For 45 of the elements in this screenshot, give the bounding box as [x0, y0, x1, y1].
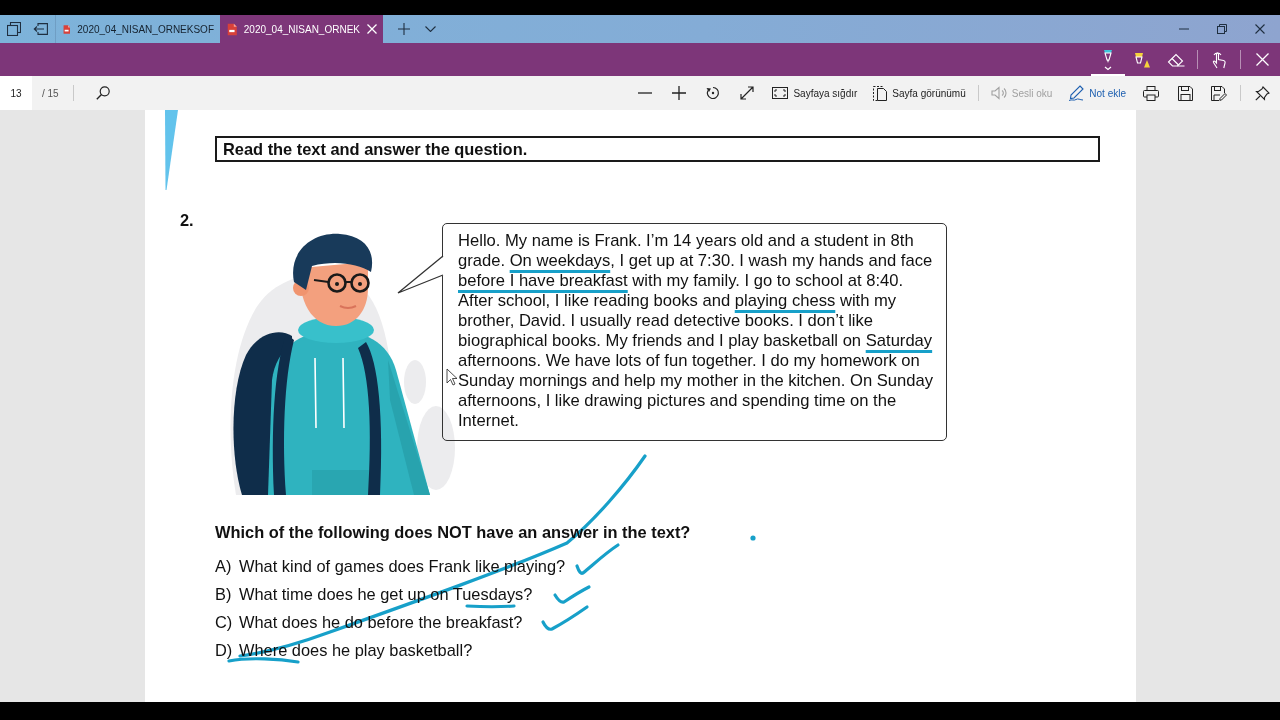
option-letter: B) [215, 585, 233, 603]
diagonal-arrow-icon [740, 86, 755, 100]
add-note-button[interactable]: Not ekle [1060, 76, 1134, 110]
pen-icon [1068, 85, 1085, 101]
page-count: / 15 [42, 86, 59, 101]
plus-icon [398, 23, 410, 35]
speaker-waves-icon [990, 86, 1007, 100]
pin-icon [1254, 85, 1270, 101]
floppy-disk-pen-icon [1211, 85, 1227, 101]
option-letter: C) [215, 613, 234, 631]
hand-icon [1211, 50, 1227, 69]
page-number-field[interactable]: 13 [0, 76, 32, 110]
highlighter-icon [1133, 51, 1151, 68]
document-icon [227, 21, 237, 37]
browser-tab[interactable]: 2020_04_NISAN_ORNEK [220, 15, 383, 43]
page-view-button[interactable]: Sayfa görünümü [865, 76, 974, 110]
mouse-pointer-icon [446, 368, 458, 386]
question-number: 2. [180, 210, 195, 230]
printer-icon [1143, 85, 1159, 101]
search-icon [95, 86, 110, 100]
ink-underline [465, 604, 516, 609]
page-icon [873, 85, 888, 101]
close-icon[interactable] [367, 24, 377, 34]
option-text: What kind of games does Frank like playing? [239, 557, 566, 575]
fit-to-page-button[interactable]: Sayfaya sığdır [764, 76, 866, 110]
stacked-windows-icon [6, 22, 21, 36]
instruction-banner: Read the text and answer the question. [215, 136, 1100, 162]
ink-dot [750, 535, 756, 541]
restore-icon [1217, 24, 1227, 34]
plus-icon [672, 86, 687, 100]
passage-text: Hello. My name is Frank. I’m 14 years old and a student in 8th grade. On weekdays, I get up at 7:30. I wash my hands and face before I have breakfast with my family. I go to school at 8:40. After school, I like reading books and playing chess with my brother, David. I usually read detective books. I don’t like biographical books. My friends and I play basketball on Saturday afternoons. We have lots of fun together. I do my homework on Sunday mornings and help my mother in the kitchen. On Sunday afternoons, I like drawing pictures and spending time on the Internet. [458, 231, 935, 431]
option-letter: D) [215, 641, 234, 659]
rotate-icon [706, 86, 721, 100]
frame-icon [772, 87, 789, 99]
eraser-icon [1167, 52, 1185, 67]
option-letter: A) [215, 557, 233, 575]
ink-checkmark [553, 585, 591, 604]
ink-checkmark [541, 605, 589, 631]
close-icon [1255, 24, 1265, 34]
minimize-icon [1179, 28, 1189, 30]
ink-checkmark [575, 543, 620, 575]
box-arrow-left-icon [33, 23, 48, 35]
minus-icon [638, 92, 653, 94]
chevron-down-icon [424, 26, 436, 32]
close-icon [1255, 53, 1269, 66]
